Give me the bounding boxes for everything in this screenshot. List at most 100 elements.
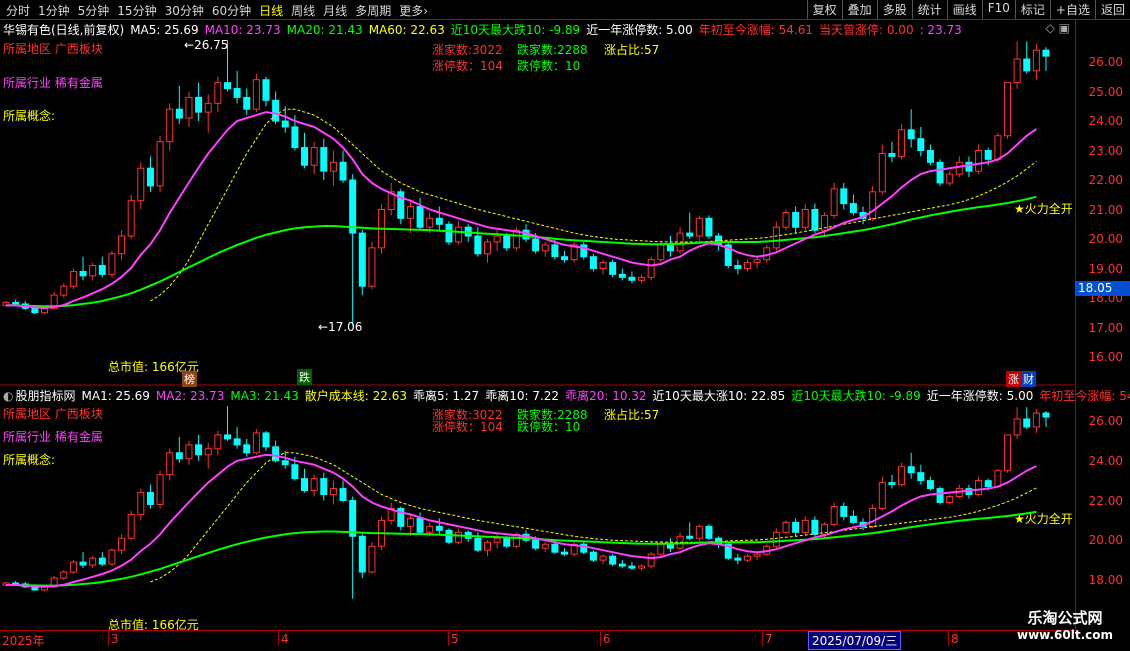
box-icon[interactable]: ▣ <box>1059 21 1070 35</box>
top-up-ratio: 涨占比:57 <box>604 41 659 58</box>
kline-chart[interactable] <box>0 0 1075 630</box>
top-candle-body <box>446 224 452 242</box>
tab-2[interactable]: 5分钟 <box>74 1 114 20</box>
tab-0[interactable]: 分时 <box>2 1 34 20</box>
bot-candle-body <box>899 467 905 485</box>
tab-9[interactable]: 多周期 <box>351 1 395 20</box>
top-candle-body <box>253 80 259 110</box>
top-candle-body <box>215 83 221 104</box>
top-candle-body <box>908 130 914 139</box>
cai-badge[interactable]: 财 <box>1021 371 1036 387</box>
tab-10[interactable]: 更多› <box>395 1 432 20</box>
tab-5[interactable]: 60分钟 <box>208 1 255 20</box>
current-price-box: 18.05 <box>1075 281 1130 296</box>
bot-candle-body <box>253 433 259 453</box>
bot-ma20-line <box>6 512 1036 586</box>
bang-badge[interactable]: 榜 <box>182 371 197 387</box>
bot-candle-body <box>600 556 606 560</box>
bot-candle-body <box>446 530 452 542</box>
top-candle-body <box>783 212 789 227</box>
top-candle-body <box>292 127 298 148</box>
zhang-badge[interactable]: 涨 <box>1006 371 1021 387</box>
tab-7[interactable]: 周线 <box>287 1 319 20</box>
tab-6[interactable]: 日线 <box>255 1 287 20</box>
y-tick: 19.00 <box>1089 262 1123 276</box>
bot-candle-body <box>90 558 96 565</box>
tool-button-1[interactable]: 叠加 <box>842 0 877 19</box>
top-candle-body <box>369 248 375 286</box>
top-candle-body <box>167 109 173 141</box>
bot-candle-body <box>879 483 885 509</box>
bot-candle-body <box>99 558 105 564</box>
top-candle-body <box>119 236 125 254</box>
tool-button-6[interactable]: 标记 <box>1015 0 1050 19</box>
bot-candle-body <box>215 435 221 449</box>
bot-candle-body <box>224 435 230 439</box>
top-candle-body <box>629 277 635 280</box>
ma-value-3: 散户成本线: 22.63 <box>305 389 407 403</box>
top-candle-body <box>735 266 741 269</box>
top-candle-body <box>667 245 673 251</box>
tool-button-8[interactable]: 返回 <box>1095 0 1130 19</box>
bot-candle-body <box>138 493 144 515</box>
ma-value-5: 近一年涨停数: 5.00 <box>586 23 693 37</box>
tool-buttons: 复权叠加多股统计画线F10标记+自选返回 <box>807 0 1130 19</box>
top-price-axis: 26.0025.0024.0023.0022.0021.0020.0019.00… <box>1075 20 1130 385</box>
top-candle-body <box>610 263 616 275</box>
bot-candle-body <box>427 526 433 532</box>
tab-8[interactable]: 月线 <box>319 1 351 20</box>
top-candle-body <box>407 207 413 219</box>
tool-button-0[interactable]: 复权 <box>807 0 842 19</box>
top-candle-body <box>648 260 654 278</box>
top-candle-body <box>456 227 462 242</box>
top-candle-body <box>1004 83 1010 136</box>
tool-button-3[interactable]: 统计 <box>912 0 947 19</box>
top-candle-body <box>889 153 895 156</box>
watermark-title: 乐淘公式网 <box>1000 607 1130 628</box>
bot-candle-body <box>639 566 645 568</box>
top-candle-body <box>687 233 693 236</box>
tab-1[interactable]: 1分钟 <box>34 1 74 20</box>
low-price-label: ←17.06 <box>318 320 362 334</box>
tool-button-4[interactable]: 画线 <box>947 0 982 19</box>
bot-candle-body <box>494 538 500 542</box>
tool-button-7[interactable]: +自选 <box>1050 0 1095 19</box>
bot-candle-body <box>119 538 125 550</box>
high-price-label: ←26.75 <box>184 38 228 52</box>
tab-3[interactable]: 15分钟 <box>113 1 160 20</box>
top-candle-body <box>552 245 558 257</box>
bot-candle-body <box>80 562 86 565</box>
top-up-count: 涨家数:3022 <box>432 41 503 58</box>
top-ma-values: MA5: 25.69MA10: 23.73MA20: 21.43MA60: 22… <box>130 23 968 37</box>
settings-icon[interactable]: ◐ <box>3 389 13 403</box>
top-candle-body <box>600 263 606 269</box>
top-candle-body <box>918 139 924 151</box>
diamond-icon[interactable]: ◇ <box>1046 21 1055 35</box>
top-region: 所属地区 广西板块 <box>3 40 103 57</box>
top-candle-body <box>90 266 96 276</box>
tab-4[interactable]: 30分钟 <box>161 1 208 20</box>
ma-value-2: MA3: 21.43 <box>230 389 298 403</box>
top-candle-body <box>1043 50 1049 56</box>
bottom-limit-up: 涨停数：104 <box>432 418 503 435</box>
tool-button-2[interactable]: 多股 <box>877 0 912 19</box>
bot-candle-body <box>13 583 19 584</box>
top-candle-body <box>995 136 1001 160</box>
top-candle-body <box>562 257 568 260</box>
bot-candle-body <box>350 501 356 537</box>
bot-candle-body <box>311 479 317 491</box>
bot-candle-body <box>167 453 173 475</box>
date-label: 8 <box>948 632 959 646</box>
bot-candle-body <box>552 544 558 552</box>
ma-value-1: MA2: 23.73 <box>156 389 224 403</box>
bot-candle-body <box>629 566 635 568</box>
top-candle-body <box>985 151 991 160</box>
top-candle-body <box>340 162 346 180</box>
bottom-fire-label: ★火力全开 <box>1014 510 1073 527</box>
tool-button-5[interactable]: F10 <box>982 0 1015 19</box>
bot-candle-body <box>234 439 240 445</box>
die-badge[interactable]: 跌 <box>297 369 312 385</box>
top-fire-label: ★火力全开 <box>1014 200 1073 217</box>
bot-candle-body <box>205 449 211 455</box>
top-candle-body <box>706 218 712 236</box>
